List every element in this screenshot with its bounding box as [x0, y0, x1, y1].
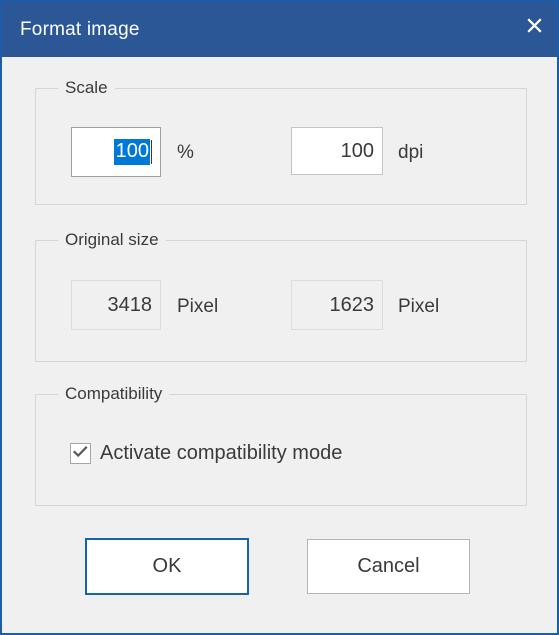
ok-button[interactable]: OK	[85, 538, 249, 595]
original-width-input[interactable]: 3418	[71, 280, 161, 330]
close-icon	[526, 17, 543, 34]
format-image-dialog: Format image Scale 100 % 100 dpi Origina…	[0, 0, 559, 635]
cancel-button-label: Cancel	[357, 555, 420, 577]
checkbox-box[interactable]	[70, 443, 91, 464]
original-width-unit-label: Pixel	[177, 296, 219, 317]
close-button[interactable]	[511, 2, 557, 49]
check-icon	[72, 445, 88, 463]
ok-button-label: OK	[152, 555, 182, 577]
scale-dpi-value: 100	[340, 139, 374, 162]
original-height-value: 1623	[329, 293, 375, 316]
scale-percent-value: 100	[113, 139, 150, 165]
group-original-size-label: Original size	[58, 230, 166, 250]
scale-percent-input[interactable]: 100	[71, 127, 161, 177]
original-height-unit-label: Pixel	[398, 296, 440, 317]
scale-dpi-unit-label: dpi	[398, 142, 424, 163]
scale-dpi-input[interactable]: 100	[291, 127, 383, 175]
scale-percent-unit-label: %	[177, 142, 194, 163]
text-caret	[151, 140, 152, 164]
original-width-value: 3418	[107, 293, 153, 316]
title-bar: Format image	[2, 2, 557, 57]
group-scale-label: Scale	[58, 78, 115, 98]
compatibility-mode-label: Activate compatibility mode	[100, 442, 343, 464]
compatibility-mode-checkbox[interactable]: Activate compatibility mode	[70, 442, 342, 465]
cancel-button[interactable]: Cancel	[307, 539, 470, 594]
original-height-input[interactable]: 1623	[291, 280, 383, 330]
dialog-title: Format image	[20, 18, 140, 40]
group-compatibility-label: Compatibility	[58, 384, 170, 404]
